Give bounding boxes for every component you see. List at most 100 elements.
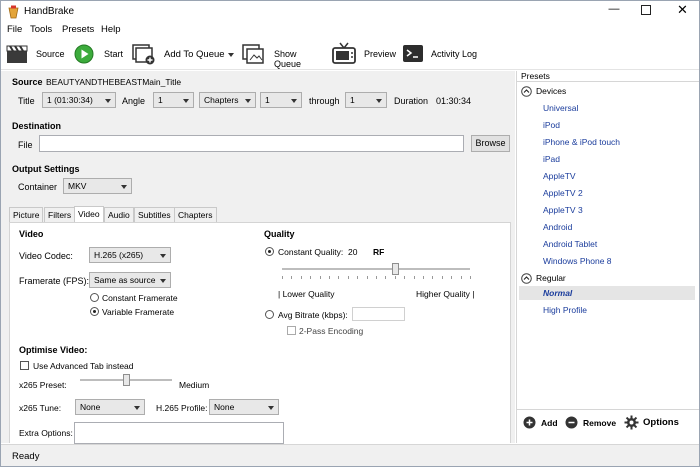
file-input[interactable] — [39, 135, 464, 152]
browse-button[interactable]: Browse — [471, 135, 510, 152]
framerate-label: Framerate (FPS): — [19, 276, 90, 286]
options-button[interactable]: Options — [643, 417, 679, 428]
title-select[interactable]: 1 (01:30:34) — [42, 92, 116, 108]
chevron-down-icon — [268, 406, 274, 410]
preview-label: Preview — [364, 49, 397, 59]
collapse-icon[interactable] — [521, 273, 532, 284]
two-pass-label: 2-Pass Encoding — [299, 326, 364, 336]
quality-slider-tick — [404, 276, 406, 279]
preview-button[interactable]: Preview — [331, 41, 396, 67]
add-icon — [523, 416, 536, 429]
presets-panel: Presets Devices Universal iPod iPhone & … — [516, 71, 699, 443]
profile-select[interactable]: None — [209, 399, 279, 415]
toolbar: Source Start Add To Queue Show Queue Pre… — [1, 38, 699, 70]
two-pass-checkbox[interactable] — [287, 326, 296, 335]
preset-item[interactable]: Android — [543, 222, 572, 232]
menu-bar: File Tools Presets Help — [1, 23, 699, 38]
show-queue-button[interactable]: Show Queue — [241, 41, 326, 69]
extra-options-input[interactable] — [74, 422, 284, 444]
gear-icon — [624, 415, 639, 430]
preset-item[interactable]: Windows Phone 8 — [543, 256, 612, 266]
menu-tools[interactable]: Tools — [30, 24, 52, 35]
container-select[interactable]: MKV — [63, 178, 132, 194]
chevron-down-icon[interactable] — [228, 53, 234, 57]
preset-item[interactable]: Universal — [543, 103, 578, 113]
optimise-heading: Optimise Video: — [19, 345, 88, 355]
lower-quality-label: | Lower Quality — [278, 289, 335, 299]
preset-group-devices[interactable]: Devices — [536, 86, 566, 96]
tab-chapters[interactable]: Chapters — [174, 207, 217, 222]
preset-item[interactable]: iPhone & iPod touch — [543, 137, 620, 147]
quality-slider-track[interactable] — [282, 268, 470, 270]
angle-select[interactable]: 1 — [153, 92, 194, 108]
preset-slider-thumb[interactable] — [123, 374, 130, 386]
codec-select-value: H.265 (x265) — [94, 250, 144, 260]
source-name: BEAUTYANDTHEBEASTMain_Title — [46, 77, 182, 87]
preset-item[interactable]: Android Tablet — [543, 239, 597, 249]
remove-preset-button[interactable]: Remove — [583, 418, 616, 428]
chevron-down-icon — [183, 99, 189, 103]
title-label: Title — [18, 96, 35, 106]
through-label: through — [309, 96, 340, 106]
angle-label: Angle — [122, 96, 146, 106]
framerate-select[interactable]: Same as source — [89, 272, 171, 288]
add-preset-button[interactable]: Add — [541, 418, 558, 428]
activity-log-button[interactable]: Activity Log — [401, 41, 486, 67]
extra-options-label: Extra Options: — [19, 428, 73, 438]
avg-bitrate-input[interactable] — [352, 307, 405, 321]
preset-item[interactable]: AppleTV 2 — [543, 188, 583, 198]
profile-label: H.265 Profile: — [156, 403, 208, 413]
window-title: HandBrake — [24, 6, 75, 17]
preset-item[interactable]: AppleTV 3 — [543, 205, 583, 215]
close-button[interactable]: ✕ — [677, 2, 688, 18]
tune-select[interactable]: None — [75, 399, 145, 415]
preset-item[interactable]: iPod — [543, 120, 560, 130]
advanced-tab-label: Use Advanced Tab instead — [33, 361, 134, 371]
range-end-select[interactable]: 1 — [345, 92, 387, 108]
menu-file[interactable]: File — [7, 24, 22, 35]
variable-framerate-radio[interactable] — [90, 307, 99, 316]
codec-select[interactable]: H.265 (x265) — [89, 247, 171, 263]
higher-quality-label: Higher Quality | — [416, 289, 475, 299]
status-bar: Ready — [1, 444, 699, 466]
preset-item[interactable]: High Profile — [543, 305, 587, 315]
quality-slider-tick — [451, 276, 453, 279]
menu-help[interactable]: Help — [101, 24, 121, 35]
tab-picture[interactable]: Picture — [9, 207, 44, 222]
quality-slider-tick — [329, 276, 330, 279]
advanced-tab-checkbox[interactable] — [20, 361, 29, 370]
constant-framerate-label: Constant Framerate — [102, 293, 178, 303]
source-label: Source — [36, 49, 65, 59]
preset-item[interactable]: iPad — [543, 154, 560, 164]
tab-audio[interactable]: Audio — [104, 207, 134, 222]
constant-framerate-radio[interactable] — [90, 293, 99, 302]
tab-subtitles[interactable]: Subtitles — [134, 207, 175, 222]
quality-slider-tick — [338, 276, 340, 279]
source-button[interactable]: Source — [5, 41, 67, 67]
tab-video[interactable]: Video — [74, 206, 104, 223]
range-start-select[interactable]: 1 — [260, 92, 302, 108]
quality-slider-tick — [282, 276, 283, 279]
start-button[interactable]: Start — [73, 41, 128, 67]
play-icon — [74, 44, 94, 64]
tab-filters[interactable]: Filters — [44, 207, 76, 222]
title-select-value: 1 (01:30:34) — [47, 95, 93, 105]
constant-quality-radio[interactable] — [265, 247, 274, 256]
quality-slider-thumb[interactable] — [391, 263, 399, 275]
add-to-queue-button[interactable]: Add To Queue — [131, 41, 236, 67]
quality-heading: Quality — [264, 229, 295, 239]
container-select-value: MKV — [68, 181, 87, 191]
menu-presets[interactable]: Presets — [62, 24, 94, 35]
preset-group-regular[interactable]: Regular — [536, 273, 566, 283]
preset-item-selected[interactable]: Normal — [543, 288, 572, 298]
output-heading: Output Settings — [12, 164, 80, 174]
maximize-button[interactable] — [641, 5, 651, 15]
start-label: Start — [104, 49, 124, 59]
preset-item[interactable]: AppleTV — [543, 171, 576, 181]
collapse-icon[interactable] — [521, 86, 532, 97]
avg-bitrate-radio[interactable] — [265, 310, 274, 319]
range-type-select[interactable]: Chapters — [199, 92, 256, 108]
quality-slider-tick — [470, 276, 471, 279]
minimize-button[interactable]: — — [601, 3, 627, 19]
quality-slider-tick — [413, 276, 415, 279]
